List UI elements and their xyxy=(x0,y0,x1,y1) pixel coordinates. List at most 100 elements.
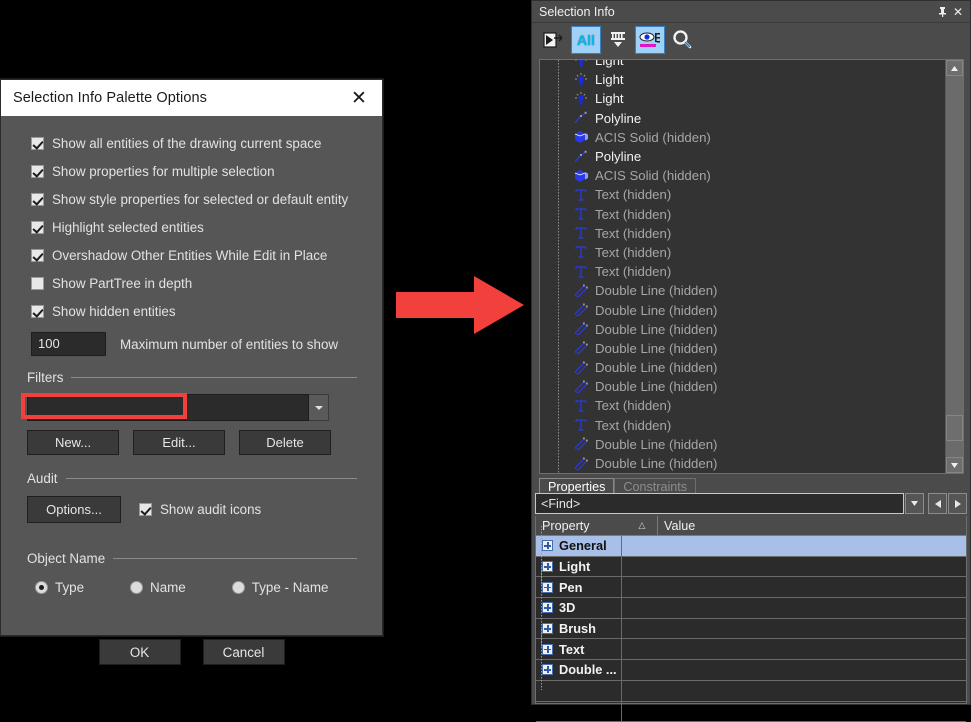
checkbox-icon[interactable] xyxy=(139,503,152,516)
list-item[interactable]: Double Line (hidden) xyxy=(570,339,945,358)
checkbox-icon[interactable] xyxy=(31,137,44,150)
all-filter-button[interactable]: All xyxy=(571,26,601,54)
property-value-cell[interactable] xyxy=(621,702,966,722)
checkbox-show-audit-icons[interactable]: Show audit icons xyxy=(139,499,261,521)
property-name-cell[interactable]: General xyxy=(536,536,621,556)
pin-icon[interactable] xyxy=(934,4,950,20)
list-item[interactable]: Double Line (hidden) xyxy=(570,358,945,377)
table-row[interactable]: 3D xyxy=(536,598,966,619)
checkbox-icon[interactable] xyxy=(31,277,44,290)
property-value-cell[interactable] xyxy=(621,598,966,618)
expand-icon[interactable] xyxy=(542,561,553,572)
table-row[interactable]: Pen xyxy=(536,577,966,598)
checkbox-icon[interactable] xyxy=(31,249,44,262)
select-entity-icon[interactable] xyxy=(539,26,569,54)
find-input[interactable]: <Find> xyxy=(535,493,904,514)
chevron-down-icon[interactable] xyxy=(309,394,329,421)
property-value-cell[interactable] xyxy=(621,660,966,680)
checkbox-icon[interactable] xyxy=(31,221,44,234)
property-name-cell[interactable]: Text xyxy=(536,639,621,659)
entity-tree-list[interactable]: Light Light Light xyxy=(540,60,945,473)
edit-filter-button[interactable]: Edit... xyxy=(133,430,225,455)
list-item[interactable]: Light xyxy=(570,70,945,89)
checkbox-show-style-properties[interactable]: Show style properties for selected or de… xyxy=(31,188,382,210)
find-next-button[interactable] xyxy=(948,493,967,514)
scroll-down-icon[interactable] xyxy=(946,457,963,473)
find-prev-button[interactable] xyxy=(928,493,947,514)
list-item[interactable]: Text (hidden) xyxy=(570,243,945,262)
list-item[interactable]: Polyline xyxy=(570,147,945,166)
table-row[interactable]: Double ... xyxy=(536,660,966,681)
column-header-value[interactable]: Value xyxy=(658,516,966,535)
list-item[interactable]: Double Line (hidden) xyxy=(570,454,945,473)
list-item[interactable]: Text (hidden) xyxy=(570,416,945,435)
property-name-cell[interactable] xyxy=(536,702,621,722)
new-filter-button[interactable]: New... xyxy=(27,430,119,455)
list-item[interactable]: Text (hidden) xyxy=(570,262,945,281)
audit-options-button[interactable]: Options... xyxy=(27,496,121,523)
show-hidden-eye-icon[interactable] xyxy=(635,26,665,54)
list-item[interactable]: Text (hidden) xyxy=(570,185,945,204)
find-dropdown-icon[interactable] xyxy=(905,493,924,514)
list-item[interactable]: Polyline xyxy=(570,109,945,128)
checkbox-show-hidden-entities[interactable]: Show hidden entities xyxy=(31,300,382,322)
entity-tree[interactable]: Light Light Light xyxy=(539,59,964,474)
list-item[interactable]: Text (hidden) xyxy=(570,224,945,243)
close-icon[interactable]: ✕ xyxy=(950,4,966,20)
checkbox-show-all-entities[interactable]: Show all entities of the drawing current… xyxy=(31,132,382,154)
zoom-search-icon[interactable] xyxy=(667,26,697,54)
table-row[interactable]: Light xyxy=(536,557,966,578)
property-value-cell[interactable] xyxy=(621,681,966,701)
checkbox-icon[interactable] xyxy=(31,193,44,206)
column-header-property[interactable]: Property xyxy=(536,516,627,535)
property-value-cell[interactable] xyxy=(621,619,966,639)
property-value-cell[interactable] xyxy=(621,557,966,577)
table-row[interactable]: General xyxy=(536,536,966,557)
scrollbar-track[interactable] xyxy=(946,76,963,457)
list-item[interactable]: Double Line (hidden) xyxy=(570,377,945,396)
filter-funnel-icon[interactable] xyxy=(603,26,633,54)
property-name-cell[interactable]: Light xyxy=(536,557,621,577)
property-value-cell[interactable] xyxy=(621,536,966,556)
delete-filter-button[interactable]: Delete xyxy=(239,430,331,455)
property-name-cell[interactable] xyxy=(536,681,621,701)
expand-icon[interactable] xyxy=(542,664,553,675)
checkbox-show-parttree-in-depth[interactable]: Show PartTree in depth xyxy=(31,272,382,294)
expand-icon[interactable] xyxy=(542,623,553,634)
list-item[interactable]: Light xyxy=(570,60,945,70)
entity-tree-scrollbar[interactable] xyxy=(945,60,963,473)
property-name-cell[interactable]: Brush xyxy=(536,619,621,639)
expand-icon[interactable] xyxy=(542,602,553,613)
scrollbar-thumb[interactable] xyxy=(946,415,963,441)
property-grid[interactable]: Property △ Value General Light xyxy=(535,516,967,704)
radio-type-name[interactable]: Type - Name xyxy=(232,580,329,595)
checkbox-overshadow-other-entities[interactable]: Overshadow Other Entities While Edit in … xyxy=(31,244,382,266)
filters-combobox[interactable] xyxy=(27,394,329,421)
sort-ascending-icon[interactable]: △ xyxy=(627,516,657,535)
list-item[interactable]: Light xyxy=(570,89,945,108)
scroll-up-icon[interactable] xyxy=(946,60,963,76)
list-item[interactable]: ACIS Solid (hidden) xyxy=(570,166,945,185)
list-item[interactable]: Text (hidden) xyxy=(570,205,945,224)
expand-icon[interactable] xyxy=(542,582,553,593)
radio-icon[interactable] xyxy=(232,581,245,594)
expand-icon[interactable] xyxy=(542,644,553,655)
property-name-cell[interactable]: Pen xyxy=(536,577,621,597)
radio-name[interactable]: Name xyxy=(130,580,186,595)
expand-icon[interactable] xyxy=(542,540,553,551)
table-row[interactable]: Text xyxy=(536,639,966,660)
property-value-cell[interactable] xyxy=(621,577,966,597)
checkbox-show-properties-multiple[interactable]: Show properties for multiple selection xyxy=(31,160,382,182)
list-item[interactable]: Double Line (hidden) xyxy=(570,320,945,339)
radio-icon[interactable] xyxy=(130,581,143,594)
cancel-button[interactable]: Cancel xyxy=(203,639,285,665)
property-name-cell[interactable]: 3D xyxy=(536,598,621,618)
list-item[interactable]: Double Line (hidden) xyxy=(570,435,945,454)
checkbox-icon[interactable] xyxy=(31,165,44,178)
list-item[interactable]: Double Line (hidden) xyxy=(570,300,945,319)
radio-icon[interactable] xyxy=(35,581,48,594)
filters-combobox-value[interactable] xyxy=(27,394,309,421)
table-row[interactable]: Brush xyxy=(536,619,966,640)
checkbox-icon[interactable] xyxy=(31,305,44,318)
property-value-cell[interactable] xyxy=(621,639,966,659)
